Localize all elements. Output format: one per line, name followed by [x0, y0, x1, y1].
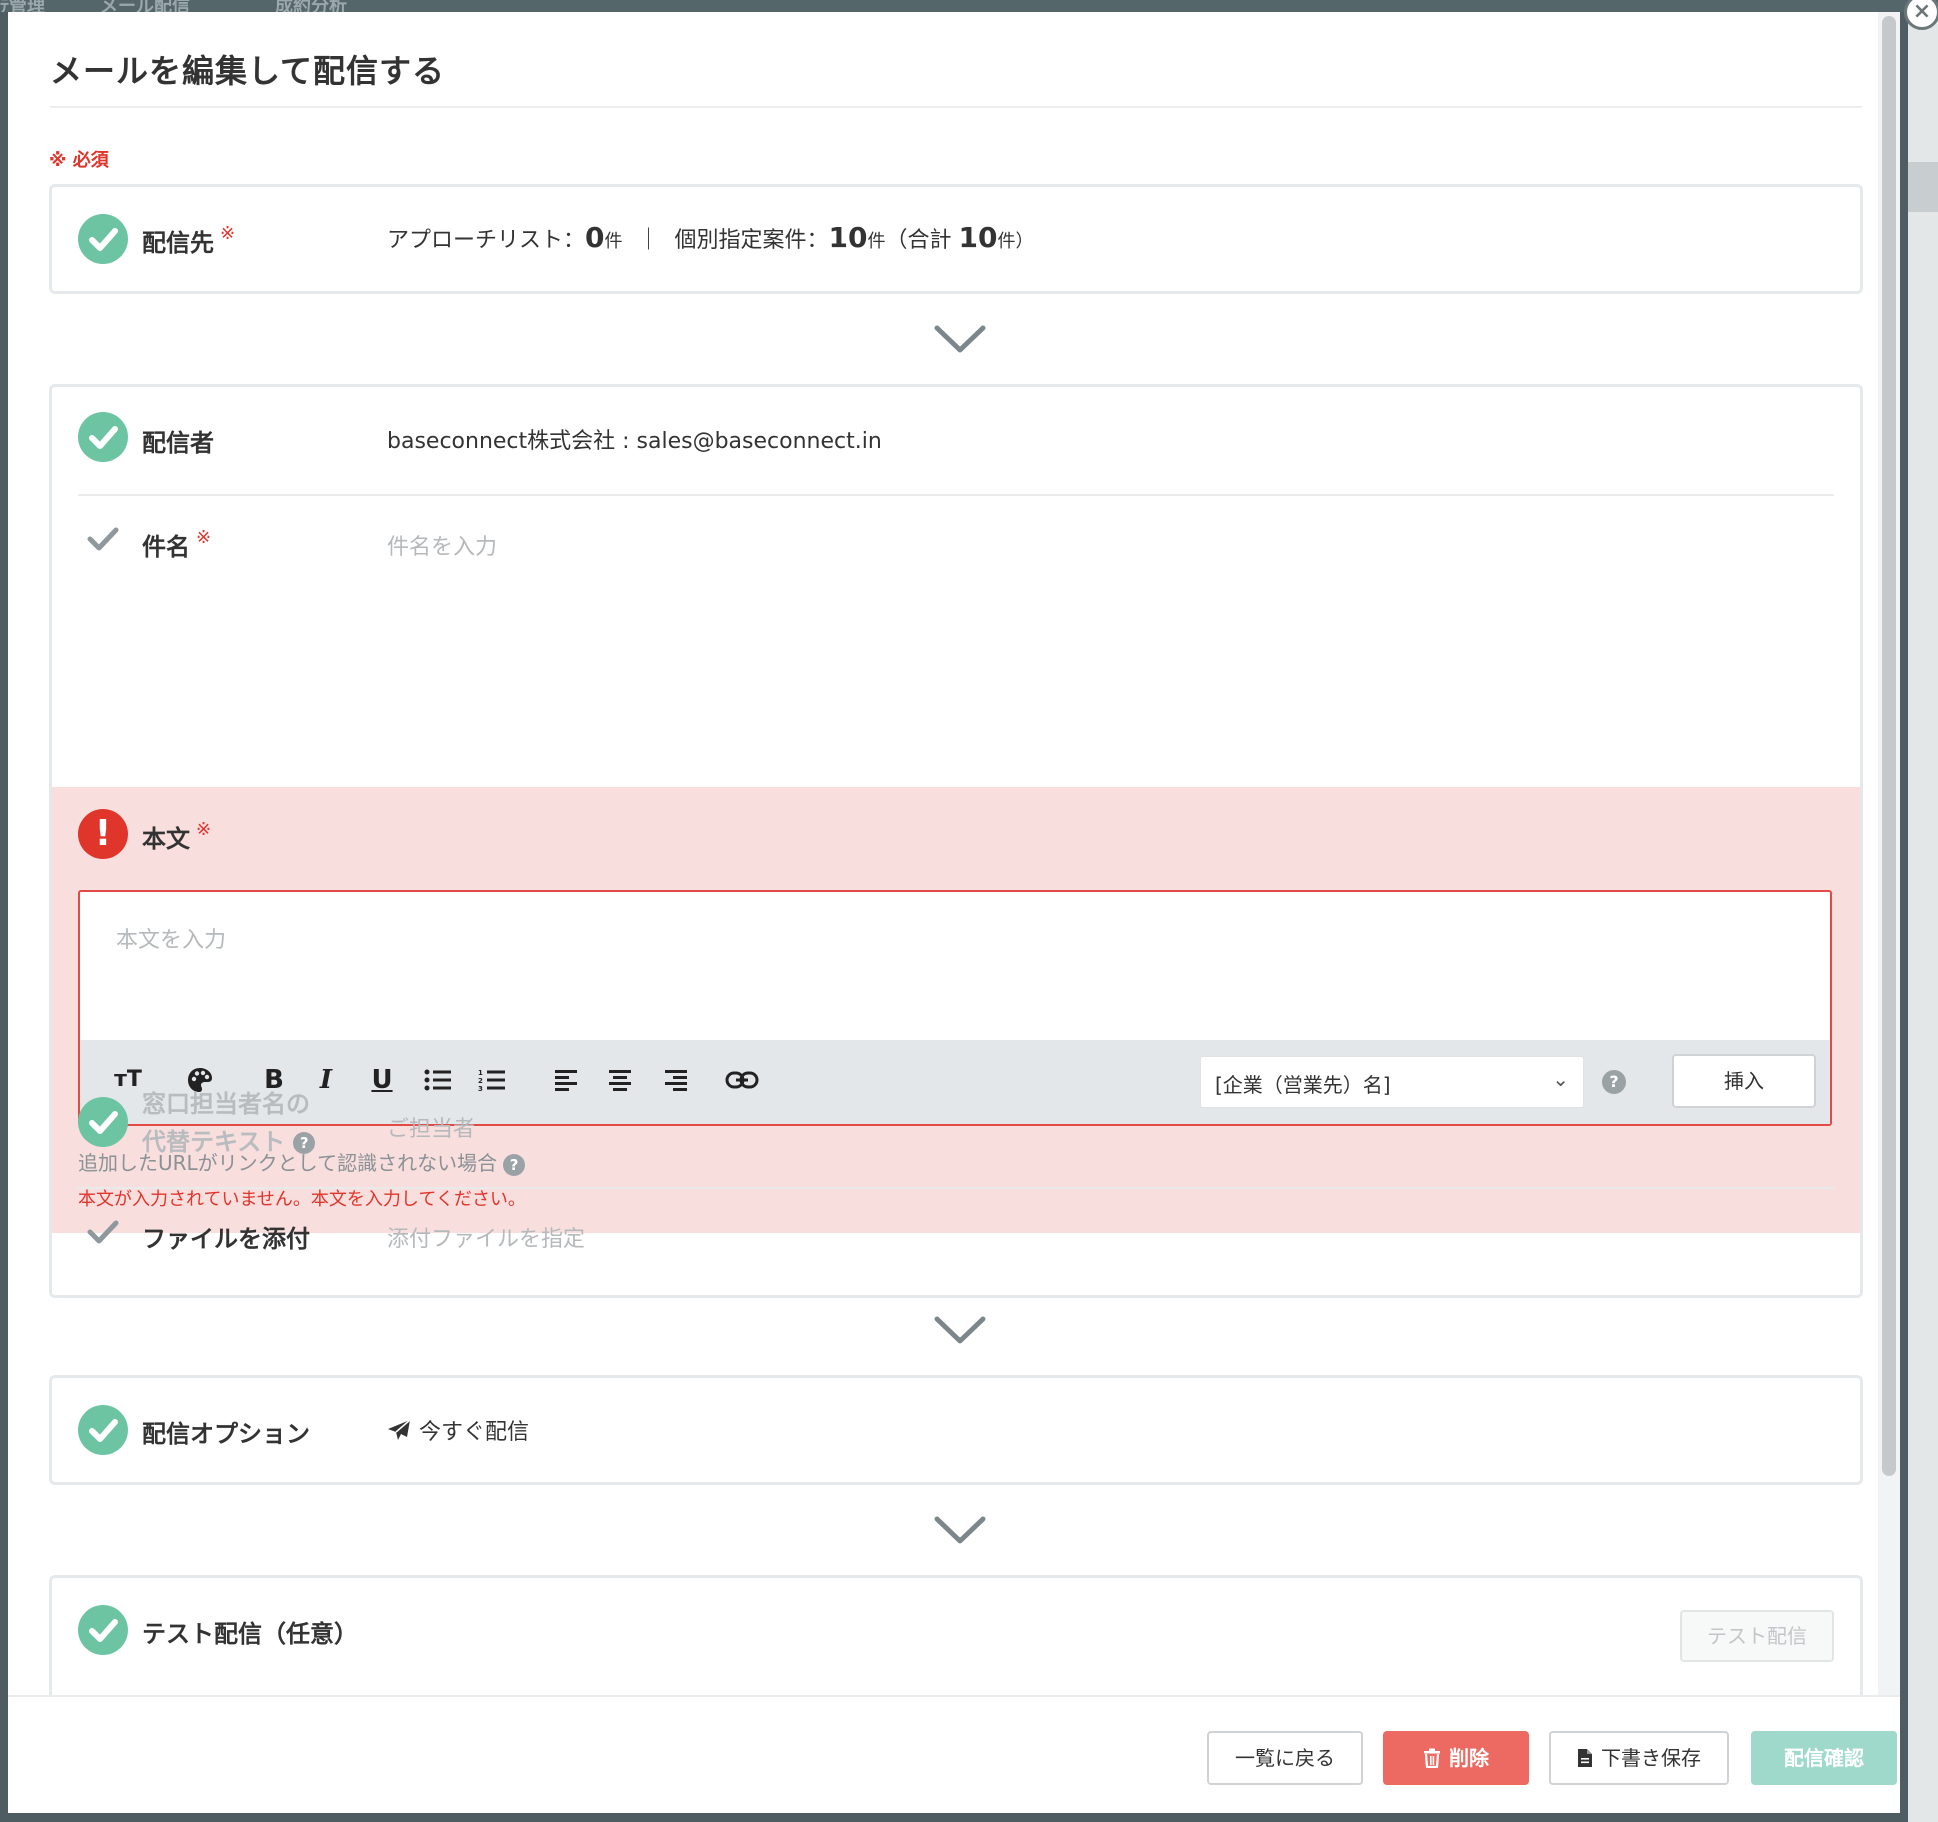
- error-alert-icon: !: [78, 809, 128, 859]
- delivery-option-value: 今すぐ配信: [387, 1414, 529, 1446]
- subject-input[interactable]: 件名を入力: [387, 529, 1787, 561]
- scrollbar-thumb[interactable]: [1882, 16, 1896, 1476]
- chevron-down-icon: [934, 325, 986, 353]
- modal-scrollbar[interactable]: [1878, 12, 1900, 1695]
- trash-icon: [1424, 1748, 1440, 1769]
- mail-content-card: 配信者 baseconnect株式会社 : sales@baseconnect.…: [49, 384, 1863, 1298]
- merge-field-select[interactable]: [企業（営業先）名] ⌄: [1200, 1056, 1584, 1108]
- chevron-down-icon: ⌄: [1552, 1067, 1569, 1091]
- svg-text:1: 1: [478, 1069, 483, 1077]
- bullet-list-icon[interactable]: [420, 1062, 456, 1102]
- delete-button[interactable]: 削除: [1383, 1731, 1529, 1785]
- divider: [78, 1187, 1834, 1189]
- check-circle-icon: [78, 412, 128, 462]
- help-icon[interactable]: ?: [503, 1153, 526, 1176]
- test-delivery-button[interactable]: テスト配信: [1680, 1610, 1834, 1662]
- svg-text:3: 3: [478, 1085, 483, 1092]
- body-textarea[interactable]: 本文を入力: [116, 922, 226, 954]
- recipients-label: 配信先 ※: [142, 223, 236, 257]
- body-editor[interactable]: 本文を入力 тT B I U 123 [企業（営業先）名] ⌄ ? 挿入: [78, 890, 1832, 1126]
- bg-nav-item: ﾃ管理: [0, 0, 45, 12]
- check-circle-icon: [78, 214, 128, 264]
- title-divider: [50, 106, 1862, 108]
- check-icon: [87, 527, 119, 551]
- chevron-down-icon: [934, 1316, 986, 1344]
- background-panel: [1908, 12, 1938, 1822]
- contact-alt-input[interactable]: ご担当者: [387, 1111, 1787, 1143]
- underline-icon[interactable]: U: [364, 1062, 400, 1098]
- help-icon[interactable]: ?: [1602, 1070, 1626, 1094]
- align-left-icon[interactable]: [548, 1062, 584, 1102]
- align-center-icon[interactable]: [602, 1062, 638, 1102]
- bg-nav-item: メール配信: [100, 0, 190, 12]
- bg-nav-item: 成約分析: [275, 0, 347, 12]
- divider: [78, 494, 1834, 496]
- help-icon[interactable]: ?: [293, 1132, 316, 1154]
- check-circle-icon: [78, 1097, 128, 1147]
- contact-alt-label: 窓口担当者名の 代替テキスト?: [142, 1085, 316, 1161]
- link-icon[interactable]: [724, 1062, 760, 1100]
- recipients-summary: アプローチリスト：0件 ｜ 個別指定案件：10件（合計 10件）: [387, 221, 1034, 254]
- numbered-list-icon[interactable]: 123: [474, 1062, 510, 1102]
- confirm-delivery-button[interactable]: 配信確認: [1751, 1731, 1897, 1785]
- delivery-option-label: 配信オプション: [142, 1420, 310, 1448]
- check-icon: [87, 1220, 119, 1244]
- check-circle-icon: [78, 1605, 128, 1655]
- test-delivery-label: テスト配信（任意）: [142, 1620, 358, 1648]
- edit-mail-modal: メールを編集して配信する ※ 必須 配信先 ※ アプローチリスト：0件 ｜ 個別指…: [8, 12, 1900, 1813]
- subject-label: 件名 ※: [142, 527, 212, 561]
- test-delivery-card: テスト配信（任意） テスト配信: [49, 1575, 1863, 1695]
- recipients-card[interactable]: 配信先 ※ アプローチリスト：0件 ｜ 個別指定案件：10件（合計 10件）: [49, 184, 1863, 294]
- insert-button[interactable]: 挿入: [1672, 1054, 1816, 1108]
- check-circle-icon: [78, 1405, 128, 1455]
- attachment-picker[interactable]: 添付ファイルを指定: [387, 1221, 585, 1253]
- attachment-label: ファイルを添付: [142, 1225, 310, 1253]
- modal-content: メールを編集して配信する ※ 必須 配信先 ※ アプローチリスト：0件 ｜ 個別指…: [8, 12, 1900, 1695]
- save-draft-button[interactable]: 下書き保存: [1549, 1731, 1729, 1785]
- required-note: ※ 必須: [49, 150, 109, 171]
- back-to-list-button[interactable]: 一覧に戻る: [1207, 1731, 1363, 1785]
- delivery-option-card[interactable]: 配信オプション 今すぐ配信: [49, 1375, 1863, 1485]
- document-icon: [1578, 1749, 1592, 1767]
- body-section-error: ! 本文 ※ 本文を入力 тT B I U 1 2 3 [企業（営業先）名] ⌄…: [52, 787, 1860, 1233]
- body-label: 本文 ※: [142, 819, 212, 853]
- chevron-down-icon: [934, 1516, 986, 1544]
- send-icon: [388, 1419, 411, 1440]
- svg-text:2: 2: [478, 1077, 483, 1085]
- text-size-icon[interactable]: тT: [110, 1062, 146, 1098]
- modal-footer: 一覧に戻る 削除 下書き保存 配信確認: [8, 1695, 1900, 1813]
- sender-label: 配信者: [142, 429, 214, 457]
- sender-value[interactable]: baseconnect株式会社 : sales@baseconnect.in: [387, 423, 882, 455]
- modal-title: メールを編集して配信する: [50, 52, 446, 90]
- background-nav: ﾃ管理 メール配信 成約分析: [0, 0, 1938, 12]
- align-right-icon[interactable]: [658, 1062, 694, 1102]
